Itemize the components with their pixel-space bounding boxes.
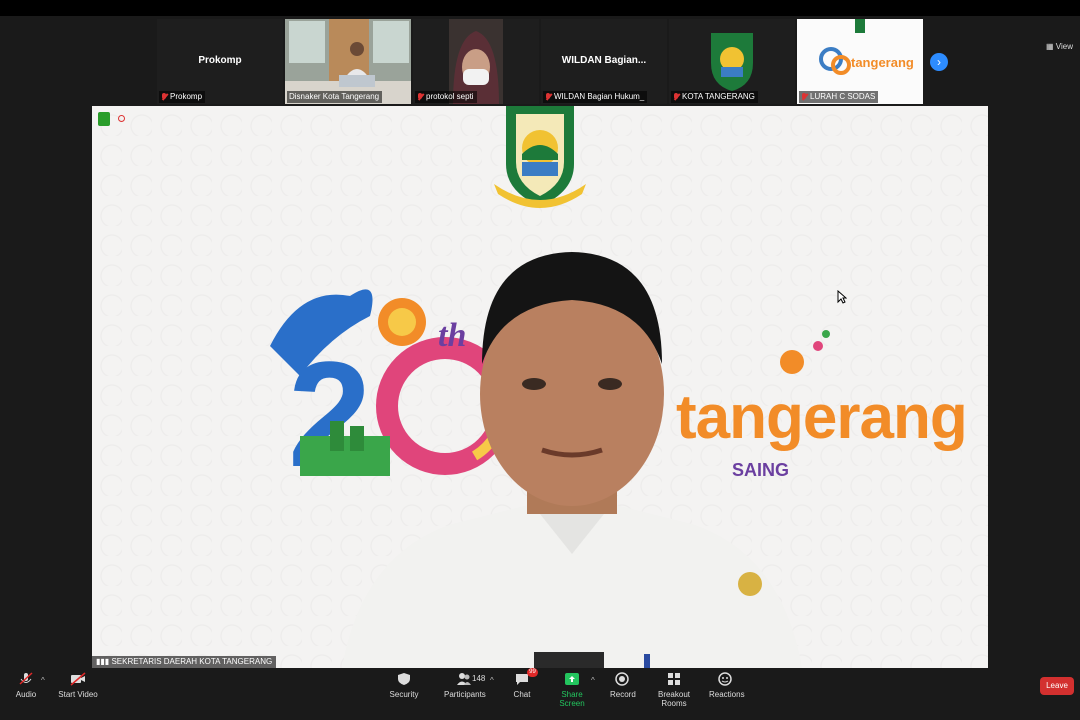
encryption-shield-icon[interactable] [98, 112, 110, 126]
mouse-cursor-icon [837, 290, 847, 304]
participant-display-name: Prokomp [198, 55, 242, 66]
reactions-button[interactable]: Reactions [709, 672, 745, 699]
participant-name-label: protokol septi [415, 91, 477, 103]
participant-tile-protokol[interactable]: protokol septi [413, 19, 539, 104]
active-speaker-name-label: ▮▮▮ SEKRETARIS DAERAH KOTA TANGERANG [92, 656, 277, 668]
mic-muted-icon [545, 92, 551, 101]
participant-name-label: Prokomp [159, 91, 206, 103]
speaker-person [342, 252, 802, 668]
security-button[interactable]: Security [389, 672, 419, 699]
signal-bars-icon: ▮▮▮ [96, 657, 112, 666]
participant-tile-lurah[interactable]: tangerang LURAH C SODAS [797, 19, 923, 104]
mic-muted-icon [417, 92, 423, 101]
participant-name-label: KOTA TANGERANG [671, 91, 758, 103]
active-speaker-video: 2 th tangerang SAING ▮▮▮ SEKRETARIS DAER… [92, 106, 988, 668]
mic-muted-icon [161, 92, 167, 101]
share-screen-button[interactable]: Share Screen [551, 672, 593, 708]
view-button[interactable]: ▦ View [1046, 42, 1073, 51]
window-top-bar [0, 0, 1080, 16]
participant-tile-kota-tangerang[interactable]: KOTA TANGERANG [669, 19, 795, 104]
participant-name-label: WILDAN Bagian Hukum_ [543, 91, 648, 103]
video-camera-off-icon [70, 672, 86, 686]
city-emblem-icon [494, 106, 586, 208]
leave-button[interactable]: Leave [1040, 677, 1074, 695]
next-page-arrow-icon[interactable]: › [930, 53, 948, 71]
participant-tile-disnaker[interactable]: Disnaker Kota Tangerang [285, 19, 411, 104]
svg-text:tangerang: tangerang [851, 55, 914, 70]
shield-icon [396, 672, 412, 686]
participants-count: 148 [472, 674, 486, 683]
chat-unread-badge: 99 [527, 668, 538, 677]
participant-display-name: WILDAN Bagian... [561, 55, 647, 66]
participant-name-label: LURAH C SODAS [799, 91, 879, 103]
record-button[interactable]: Record [610, 672, 636, 699]
participant-tile-prokomp[interactable]: Prokomp Prokomp [157, 19, 283, 104]
participants-icon [456, 672, 472, 686]
mic-muted-icon [673, 92, 679, 101]
breakout-rooms-icon [666, 672, 682, 686]
city-emblem-icon [855, 19, 865, 33]
audio-button[interactable]: Audio [14, 672, 38, 699]
mic-muted-icon [801, 92, 807, 101]
zoom-meeting-window: Prokomp Prokomp Disnaker Kota Tangerang [0, 0, 1080, 720]
participant-name-label: Disnaker Kota Tangerang [287, 91, 383, 103]
participant-strip: Prokomp Prokomp Disnaker Kota Tangerang [0, 16, 1080, 106]
record-icon [614, 672, 630, 686]
microphone-muted-icon [18, 672, 34, 686]
smiley-plus-icon [717, 672, 733, 686]
start-video-button[interactable]: Start Video [58, 672, 98, 699]
audio-options-caret-icon[interactable]: ^ [41, 676, 45, 685]
chat-button[interactable]: 99 Chat [510, 668, 538, 699]
name-tag [534, 652, 604, 668]
share-screen-icon [564, 672, 580, 686]
uniform-badge-icon [738, 572, 762, 596]
participants-options-caret-icon[interactable]: ^ [490, 676, 494, 685]
share-options-caret-icon[interactable]: ^ [591, 676, 595, 685]
chat-bubble-icon: 99 [514, 668, 538, 686]
meeting-controls-toolbar: Audio ^ Start Video Security Participant… [0, 668, 1080, 720]
breakout-rooms-button[interactable]: Breakout Rooms [648, 672, 700, 708]
participant-tile-wildan[interactable]: WILDAN Bagian... WILDAN Bagian Hukum_ [541, 19, 667, 104]
recording-indicator-icon [118, 115, 125, 122]
